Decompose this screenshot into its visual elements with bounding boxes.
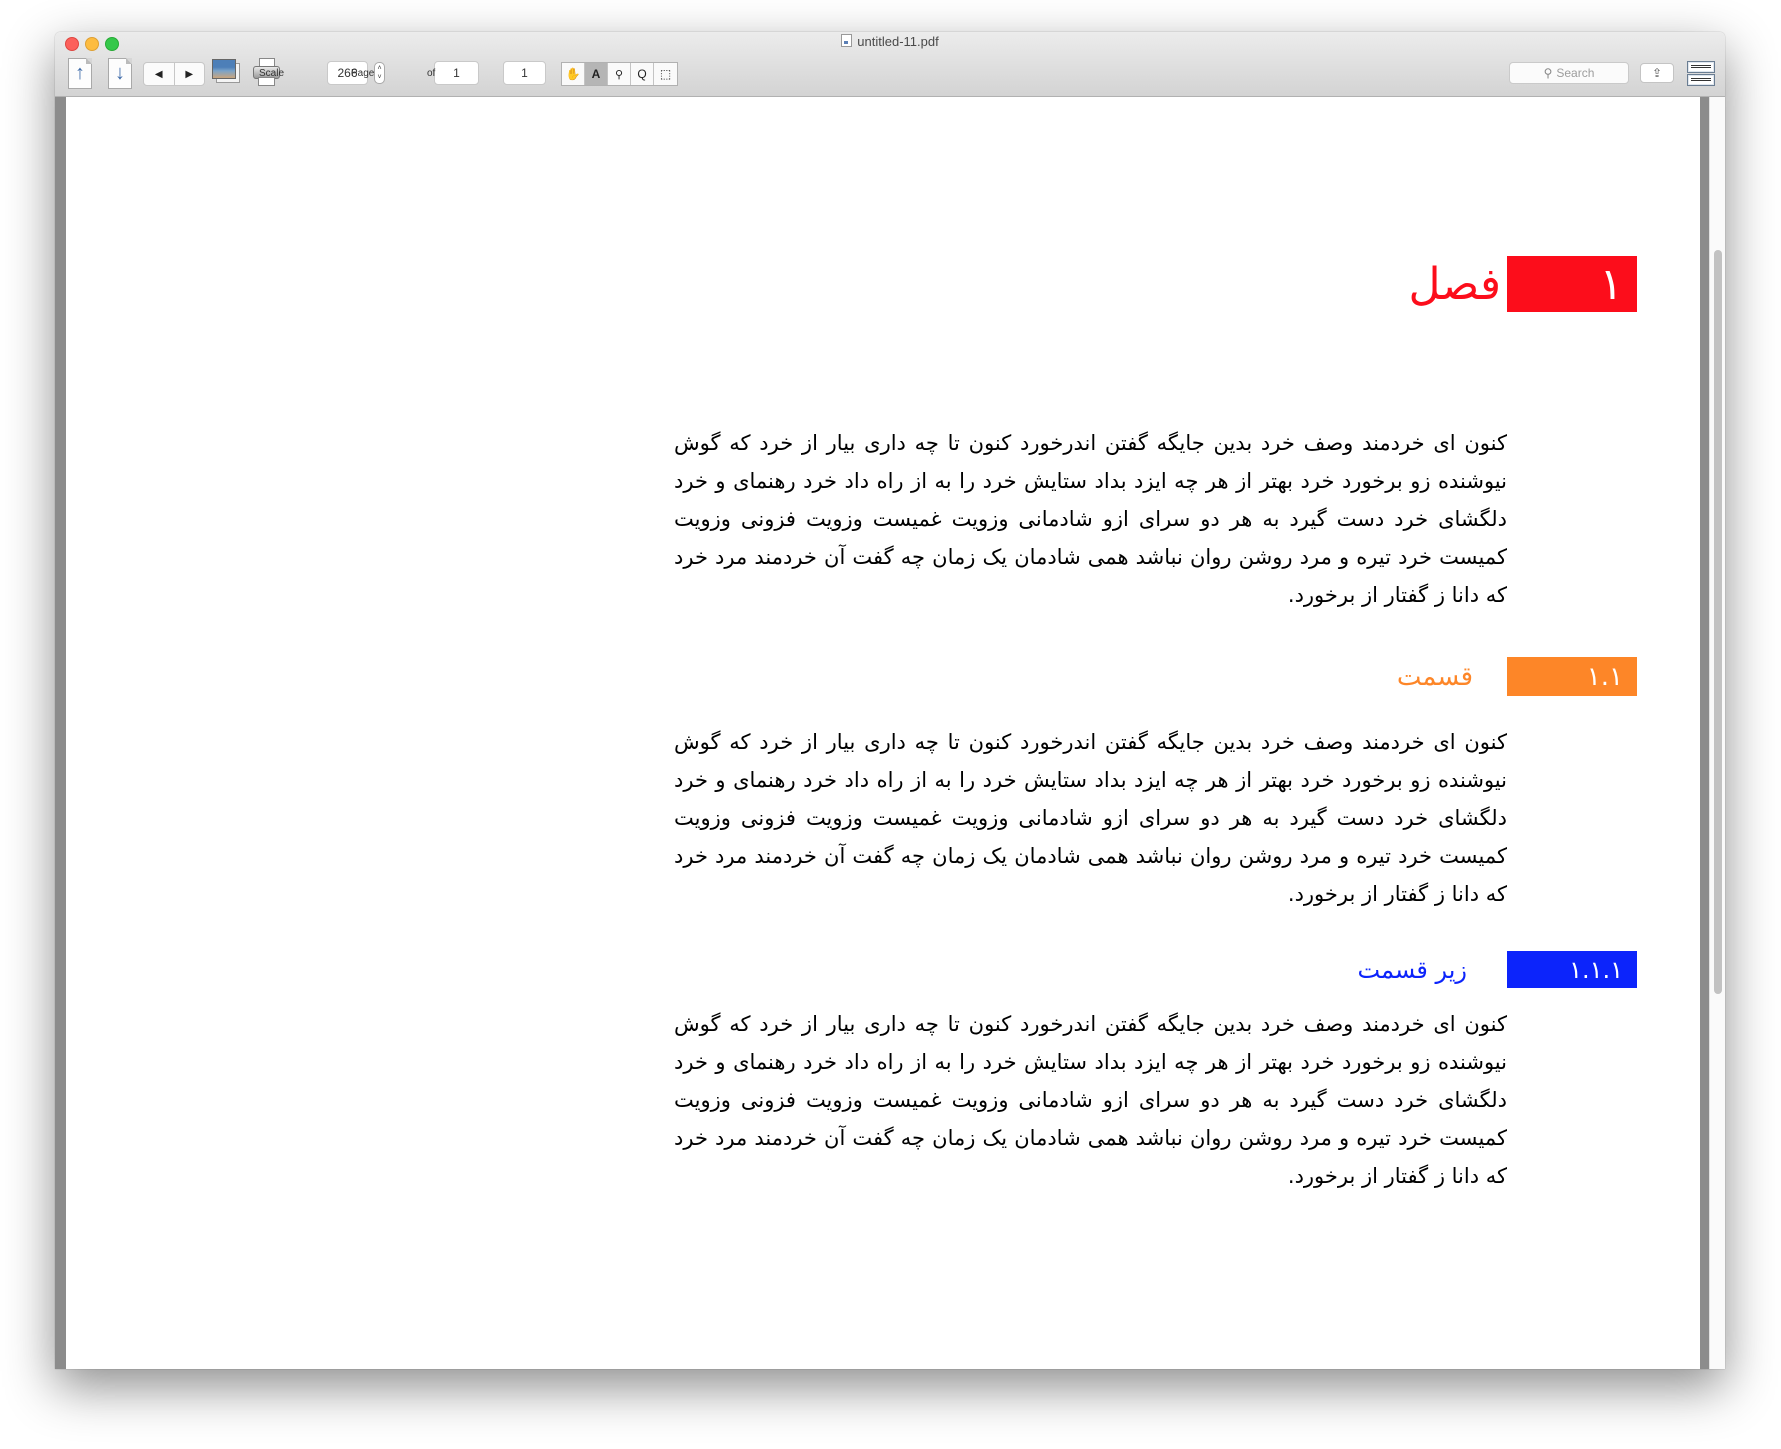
chapter-number-box: ١ xyxy=(1507,256,1637,312)
search-field[interactable]: ⚲ Search xyxy=(1509,62,1629,84)
paragraph-3: کنون ای خردمند وصف خرد بدین جایگه گفتن ا… xyxy=(674,1005,1507,1195)
paragraph-1: کنون ای خردمند وصف خرد بدین جایگه گفتن ا… xyxy=(674,424,1507,614)
search-icon: ⚲ xyxy=(1543,66,1553,80)
forward-button[interactable]: ▶ xyxy=(175,63,205,85)
scale-stepper[interactable]: ˄ ˅ xyxy=(374,62,385,84)
window-title: untitled-11.pdf xyxy=(55,34,1725,49)
page-label: Page xyxy=(351,68,375,79)
pdf-page: ١ فصل کنون ای خردمند وصف خرد بدین جایگه … xyxy=(66,97,1700,1369)
chapter-number: ١ xyxy=(1599,258,1623,310)
subsection-title: زیر قسمت xyxy=(1357,955,1467,984)
titlebar-toolbar: untitled-11.pdf ↑ ↓ ◀ ▶ Scale 266 ˄ ˅ Pag… xyxy=(55,32,1725,97)
page-gutter-left xyxy=(55,97,66,1369)
paragraph-2-text: کنون ای خردمند وصف خرد بدین جایگه گفتن ا… xyxy=(674,730,1507,906)
of-label: of xyxy=(427,68,436,79)
chapter-title: فصل xyxy=(1408,258,1501,310)
previous-page-button[interactable]: ↑ xyxy=(68,58,92,89)
subsection-number: ١.١.١ xyxy=(1569,955,1623,984)
subsection-heading: ١.١.١ زیر قسمت xyxy=(1358,951,1637,988)
scrollbar-thumb[interactable] xyxy=(1714,250,1722,994)
paragraph-3-text: کنون ای خردمند وصف خرد بدین جایگه گفتن ا… xyxy=(674,1012,1507,1188)
sidebar-list-icon-top xyxy=(1687,61,1715,73)
zoom-out-tool-icon[interactable]: Q xyxy=(631,63,654,85)
share-button[interactable]: ⇪ xyxy=(1640,63,1674,83)
document-viewport: ١ فصل کنون ای خردمند وصف خرد بدین جایگه … xyxy=(55,97,1725,1369)
search-placeholder: Search xyxy=(1556,66,1595,80)
sidebar-toggle-button[interactable] xyxy=(1687,61,1715,86)
thumbnails-button[interactable] xyxy=(212,59,240,83)
subsection-number-box: ١.١.١ xyxy=(1507,951,1637,988)
page-input[interactable]: 1 xyxy=(434,61,479,85)
section-title: قسمت xyxy=(1396,661,1473,692)
section-heading: ١.١ قسمت xyxy=(1397,657,1637,696)
sidebar-list-icon-bottom xyxy=(1687,74,1715,86)
vertical-scrollbar[interactable] xyxy=(1709,97,1725,1369)
paragraph-2: کنون ای خردمند وصف خرد بدین جایگه گفتن ا… xyxy=(674,723,1507,913)
hand-tool-icon[interactable]: ✋ xyxy=(562,63,585,85)
scale-label: Scale xyxy=(259,68,285,79)
text-select-tool-icon[interactable]: A xyxy=(585,63,608,85)
chapter-heading: ١ فصل xyxy=(1408,256,1637,312)
doc-arrow-up-icon: ↑ xyxy=(75,62,85,84)
photo-icon xyxy=(212,59,236,79)
share-icon: ⇪ xyxy=(1651,66,1663,80)
pdf-document-icon xyxy=(841,34,853,47)
window-title-text: untitled-11.pdf xyxy=(857,34,939,49)
marquee-select-tool-icon[interactable]: ⬚ xyxy=(654,63,677,85)
paragraph-1-text: کنون ای خردمند وصف خرد بدین جایگه گفتن ا… xyxy=(674,431,1507,607)
section-number: ١.١ xyxy=(1586,661,1623,692)
zoom-in-tool-icon[interactable]: ⚲ xyxy=(608,63,631,85)
section-number-box: ١.١ xyxy=(1507,657,1637,696)
back-forward-control: ◀ ▶ xyxy=(143,62,205,86)
tool-mode-group: ✋ A ⚲ Q ⬚ xyxy=(561,62,678,86)
doc-arrow-down-icon: ↓ xyxy=(115,62,125,84)
next-page-button[interactable]: ↓ xyxy=(108,58,132,89)
page-total-field: 1 xyxy=(503,61,546,85)
preview-window: untitled-11.pdf ↑ ↓ ◀ ▶ Scale 266 ˄ ˅ Pag… xyxy=(55,32,1725,1369)
back-button[interactable]: ◀ xyxy=(144,63,175,85)
